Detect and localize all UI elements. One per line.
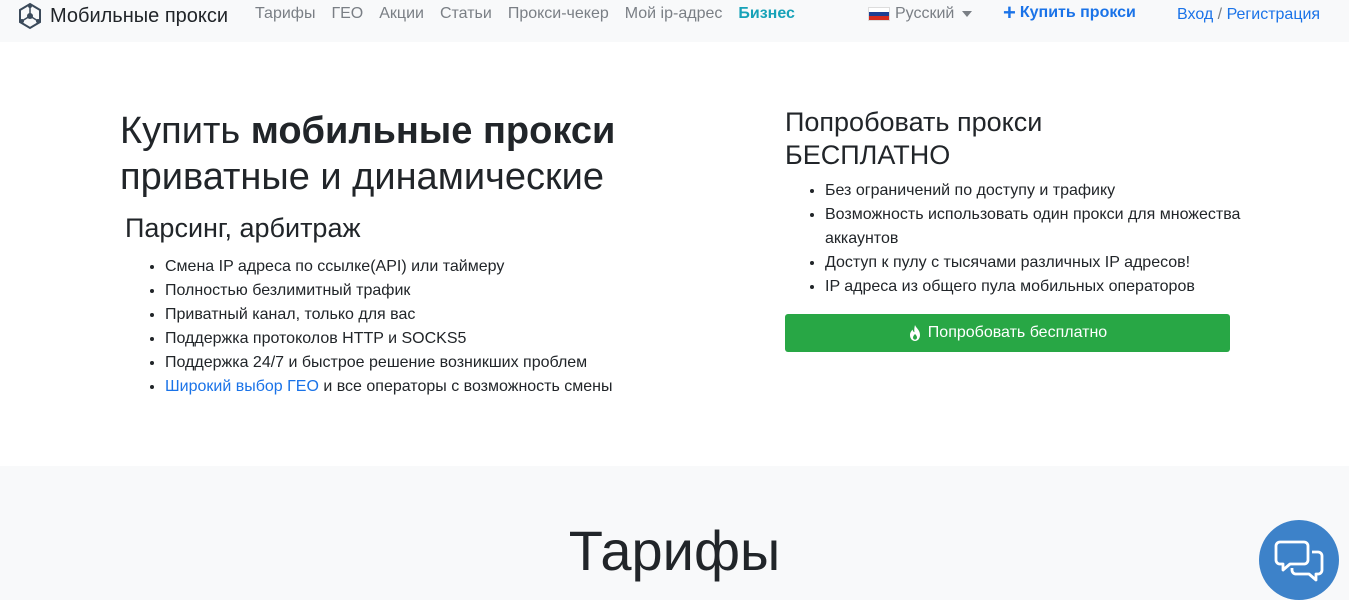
list-item: IP адреса из общего пула мобильных опера…	[825, 275, 1245, 299]
nav-link-promotions[interactable]: Акции	[379, 5, 424, 25]
list-item: Полностью безлимитный трафик	[165, 279, 725, 303]
tariffs-section-title: Тарифы	[568, 519, 781, 582]
try-free-label: Попробовать бесплатно	[927, 324, 1108, 341]
language-dropdown[interactable]: Русский	[868, 5, 973, 23]
hero-title-rest: приватные и динамические	[120, 156, 604, 198]
list-item: Смена IP адреса по ссылке(API) или тайме…	[165, 255, 725, 279]
login-link[interactable]: Вход	[1177, 6, 1213, 23]
nav-link-proxy-checker[interactable]: Прокси-чекер	[508, 5, 609, 25]
chat-button[interactable]	[1259, 520, 1339, 600]
trial-title-line1: Попробовать прокси	[785, 107, 1043, 137]
russian-flag-icon	[868, 7, 890, 21]
list-item: Доступ к пулу с тысячами различных IP ад…	[825, 251, 1245, 275]
fire-icon	[909, 325, 920, 341]
network-logo-icon	[19, 2, 41, 30]
list-item: Возможность использовать один прокси для…	[825, 203, 1245, 251]
auth-links: Вход / Регистрация	[1177, 6, 1320, 24]
nav-link-geo[interactable]: ГЕО	[331, 5, 363, 25]
trial-feature-list: Без ограничений по доступу и трафику Воз…	[825, 179, 1245, 299]
try-free-button[interactable]: Попробовать бесплатно	[785, 314, 1230, 352]
plus-icon: +	[1003, 0, 1016, 25]
navbar: Мобильные прокси Тарифы ГЕО Акции Статьи…	[0, 0, 1349, 42]
language-label: Русский	[895, 5, 955, 22]
brand-name: Мобильные прокси	[50, 4, 229, 27]
nav-link-articles[interactable]: Статьи	[440, 5, 492, 25]
list-item: Поддержка протоколов HTTP и SOCKS5	[165, 327, 725, 351]
list-item: Широкий выбор ГЕО и все операторы с возм…	[165, 375, 725, 399]
nav-links: Тарифы ГЕО Акции Статьи Прокси-чекер Мой…	[255, 5, 811, 25]
geo-choice-rest: и все операторы с возможность смены	[318, 378, 613, 395]
chat-bubbles-icon	[1274, 540, 1324, 582]
nav-link-business[interactable]: Бизнес	[738, 5, 795, 25]
hero-subtitle: Парсинг, арбитраж	[125, 213, 361, 243]
list-item: Приватный канал, только для вас	[165, 303, 725, 327]
trial-title: Попробовать прокси БЕСПЛАТНО	[785, 106, 1235, 172]
buy-proxy-link[interactable]: + Купить прокси	[1003, 0, 1136, 25]
nav-link-my-ip[interactable]: Мой ip-адрес	[625, 5, 723, 25]
hero-feature-list: Смена IP адреса по ссылке(API) или тайме…	[165, 255, 725, 399]
hero-title-plain: Купить	[120, 110, 251, 152]
auth-separator: /	[1217, 6, 1223, 23]
brand-link[interactable]: Мобильные прокси	[16, 2, 229, 30]
nav-link-tariffs[interactable]: Тарифы	[255, 5, 315, 25]
register-link[interactable]: Регистрация	[1227, 6, 1321, 23]
trial-title-line2: БЕСПЛАТНО	[785, 140, 951, 170]
list-item: Без ограничений по доступу и трафику	[825, 179, 1245, 203]
hero-title: Купить мобильные прокси приватные и дина…	[120, 108, 740, 200]
list-item: Поддержка 24/7 и быстрое решение возникш…	[165, 351, 725, 375]
caret-down-icon	[962, 11, 973, 17]
geo-choice-link[interactable]: Широкий выбор ГЕО	[165, 378, 319, 395]
buy-proxy-label: Купить прокси	[1019, 4, 1136, 21]
hero-title-bold: мобильные прокси	[250, 110, 616, 152]
